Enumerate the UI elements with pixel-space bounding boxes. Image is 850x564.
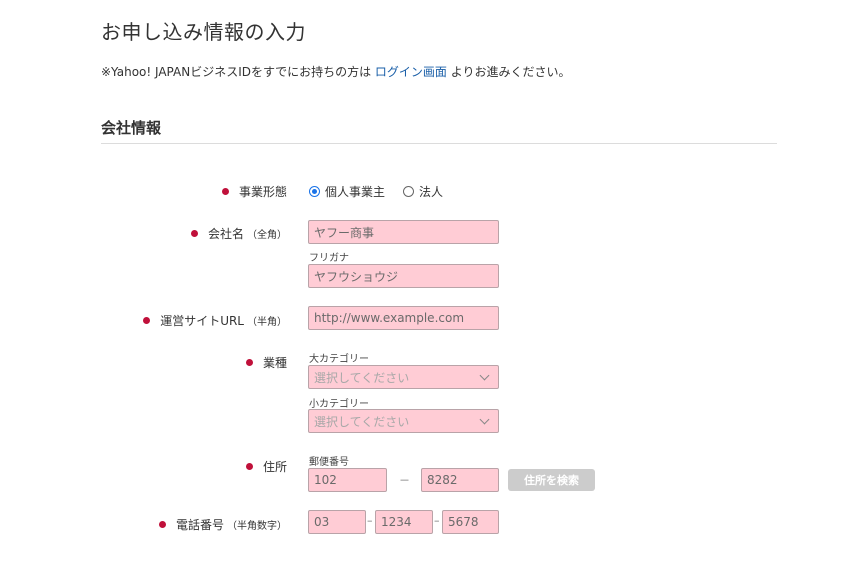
minor-category-label: 小カテゴリー [309, 399, 369, 410]
section-divider [101, 143, 777, 144]
business-type-radio-group: 個人事業主 法人 [309, 183, 461, 200]
company-name-input[interactable]: ヤフー商事 [308, 220, 499, 244]
required-dot-icon [158, 521, 166, 528]
major-category-label: 大カテゴリー [309, 354, 369, 365]
phone-separator-1: – [367, 514, 373, 527]
chevron-down-icon [479, 414, 490, 424]
postal-code-second-input[interactable]: 8282 [421, 468, 499, 492]
radio-corporation[interactable] [403, 186, 415, 197]
site-url-label-text: 運営サイトURL [160, 314, 244, 328]
phone-part2-input[interactable]: 1234 [375, 510, 433, 534]
site-url-label-sub: （半角） [247, 317, 287, 328]
chevron-down-icon [479, 370, 490, 380]
business-type-label-text: 事業形態 [238, 185, 287, 199]
phone-label: 電話番号 （半角数字） [158, 516, 287, 533]
company-name-label: 会社名 （全角） [190, 225, 287, 242]
business-type-label: 事業形態 [221, 183, 287, 200]
required-dot-icon [190, 230, 198, 237]
section-title: 会社情報 [101, 119, 162, 137]
login-link[interactable]: ログイン画面 [375, 65, 447, 79]
postal-separator: － [399, 474, 410, 487]
major-category-value: 選択してください [314, 370, 410, 385]
phone-part3-input[interactable]: 5678 [442, 510, 499, 534]
major-category-select[interactable]: 選択してください [308, 365, 499, 389]
login-notice: ※Yahoo! JAPANビジネスIDをすでにお持ちの方は ログイン画面 よりお… [101, 63, 571, 80]
address-search-button[interactable]: 住所を検索 [508, 469, 595, 491]
page-title: お申し込み情報の入力 [101, 20, 306, 44]
phone-label-text: 電話番号 [175, 518, 224, 532]
postal-code-first-input[interactable]: 102 [308, 468, 387, 492]
minor-category-value: 選択してください [314, 414, 410, 429]
industry-label: 業種 [245, 354, 287, 371]
furigana-label: フリガナ [309, 253, 349, 264]
minor-category-select[interactable]: 選択してください [308, 409, 499, 433]
site-url-input[interactable]: http://www.example.com [308, 306, 499, 330]
address-label-text: 住所 [262, 460, 287, 474]
required-dot-icon [245, 463, 253, 470]
company-name-label-text: 会社名 [207, 227, 244, 241]
radio-sole-proprietor-label[interactable]: 個人事業主 [325, 183, 385, 200]
phone-label-sub: （半角数字） [227, 521, 287, 532]
phone-separator-2: – [434, 514, 440, 527]
radio-corporation-label[interactable]: 法人 [419, 183, 443, 200]
radio-sole-proprietor[interactable] [309, 186, 320, 197]
furigana-input[interactable]: ヤフウショウジ [308, 264, 499, 288]
site-url-label: 運営サイトURL （半角） [143, 312, 287, 329]
required-dot-icon [221, 188, 229, 195]
phone-part1-input[interactable]: 03 [308, 510, 366, 534]
postal-code-label: 郵便番号 [309, 457, 349, 468]
address-label: 住所 [245, 458, 287, 475]
notice-text-after: よりお進みください。 [446, 65, 571, 79]
required-dot-icon [143, 317, 151, 324]
notice-text-before: ※Yahoo! JAPANビジネスIDをすでにお持ちの方は [101, 65, 375, 79]
required-dot-icon [245, 359, 253, 366]
industry-label-text: 業種 [262, 356, 287, 370]
company-name-label-sub: （全角） [247, 230, 287, 241]
